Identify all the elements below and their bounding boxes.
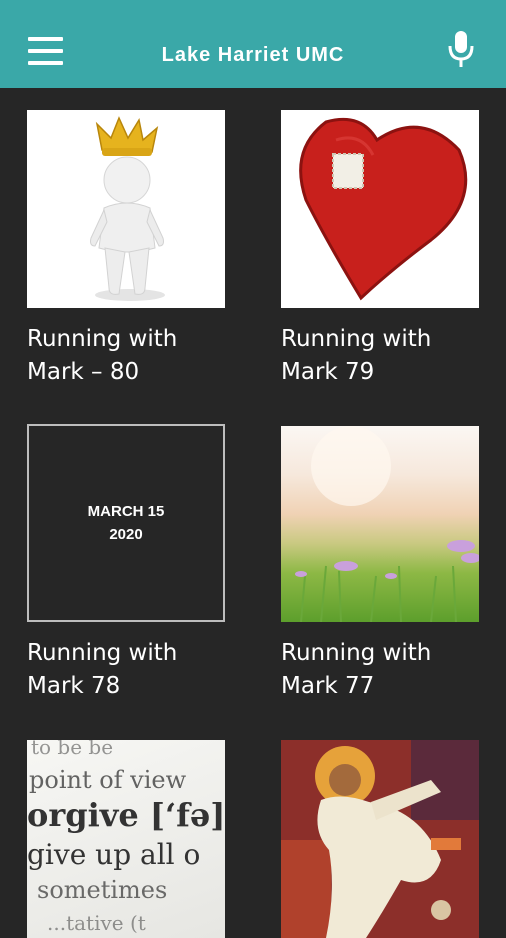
patched-heart-thumbnail bbox=[281, 110, 479, 308]
sermon-card[interactable]: Running with Mark 79 bbox=[281, 110, 479, 389]
date-card-thumbnail: MARCH 15 2020 bbox=[27, 424, 225, 622]
app-title: Lake Harriet UMC bbox=[161, 44, 345, 66]
sermon-title: Running with Mark – 80 bbox=[27, 326, 178, 385]
date-label: MARCH 15 2020 bbox=[87, 503, 165, 543]
dictionary-line: point of view bbox=[29, 766, 187, 794]
sermon-card[interactable]: to be be point of view orgive [‘fə] give… bbox=[27, 740, 225, 938]
microphone-icon[interactable] bbox=[447, 31, 475, 69]
dictionary-line: ...tative (t bbox=[47, 911, 146, 935]
sermon-card[interactable] bbox=[281, 740, 479, 938]
sermon-title: Running with Mark 77 bbox=[281, 640, 432, 699]
dictionary-forgive-thumbnail: to be be point of view orgive [‘fə] give… bbox=[27, 740, 225, 938]
sermon-title: Running with Mark 79 bbox=[281, 326, 432, 385]
dictionary-line: to be be bbox=[31, 740, 113, 759]
meadow-flowers-thumbnail bbox=[281, 426, 479, 622]
sermon-card[interactable]: Running with Mark – 80 bbox=[27, 110, 225, 389]
app-bar: Lake Harriet UMC bbox=[0, 0, 506, 88]
sermon-grid: Running with Mark – 80 Running with Mark… bbox=[0, 88, 506, 938]
crowned-figure-thumbnail bbox=[27, 110, 225, 308]
painted-figure-thumbnail bbox=[281, 740, 479, 938]
sermon-card[interactable]: MARCH 15 2020 Running with Mark 78 bbox=[27, 424, 225, 703]
dictionary-line: give up all o bbox=[27, 838, 200, 871]
sermon-title: Running with Mark 78 bbox=[27, 640, 178, 699]
sermon-card[interactable]: Running with Mark 77 bbox=[281, 426, 479, 703]
dictionary-line: orgive [‘fə] bbox=[27, 796, 225, 834]
